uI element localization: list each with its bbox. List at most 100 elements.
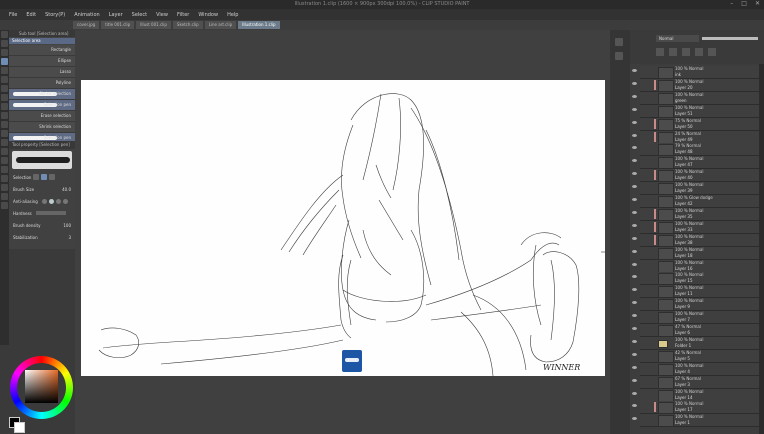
aa-strong-icon[interactable] xyxy=(62,198,68,204)
layer-row[interactable]: 100 % Normal Layer 47 xyxy=(632,156,764,170)
sub-color-swatch[interactable] xyxy=(14,422,25,433)
menu-file[interactable]: File xyxy=(9,12,17,18)
text-tool-icon[interactable] xyxy=(1,157,8,164)
menu-edit[interactable]: Edit xyxy=(26,12,36,18)
ruler-tool-icon[interactable] xyxy=(1,175,8,182)
minimize-icon[interactable]: – xyxy=(730,0,733,7)
layer-row[interactable]: 100 % Normal Layer 15 xyxy=(632,272,764,286)
brush-density-row[interactable]: Brush density 100 xyxy=(9,219,75,231)
layer-row[interactable]: 100 % Normal Layer 35 xyxy=(632,207,764,221)
brush-size-row[interactable]: Brush Size 40.0 xyxy=(9,183,75,195)
layer-row[interactable]: 24 % Normal Layer 49 xyxy=(632,130,764,144)
subtool-polyline[interactable]: Polyline xyxy=(9,78,75,89)
ruler-icon[interactable] xyxy=(708,48,716,56)
layer-row[interactable]: 100 % Normal Layer 14 xyxy=(632,388,764,402)
layer-row[interactable]: 100 % Normal Layer 18 xyxy=(632,246,764,260)
layer-row[interactable]: 42 % Normal Layer 5 xyxy=(632,349,764,363)
visibility-eye-icon[interactable] xyxy=(632,133,637,137)
subtool-group-tab[interactable]: Selection area xyxy=(9,38,75,44)
menu-window[interactable]: Window xyxy=(198,12,218,18)
visibility-eye-icon[interactable] xyxy=(632,69,637,72)
decoration-tool-icon[interactable] xyxy=(1,202,8,209)
subtool-erase-selection[interactable]: Erase selection xyxy=(9,111,75,122)
tab-line-art[interactable]: Line art.clip xyxy=(204,21,237,29)
mode-add-icon[interactable] xyxy=(33,174,40,180)
subtool-selection-pen[interactable]: Selection pen xyxy=(9,100,75,111)
layer-row[interactable]: 100 % Normal green xyxy=(632,91,764,105)
layer-row[interactable]: 100 % Normal Layer 4 xyxy=(632,362,764,376)
menu-filter[interactable]: Filter xyxy=(177,12,189,18)
layer-row[interactable]: 100 % Normal Layer 9 xyxy=(632,298,764,312)
visibility-eye-icon[interactable] xyxy=(632,107,637,111)
layer-row[interactable]: 100 % Normal Folder 1 xyxy=(632,336,764,350)
layer-row[interactable]: 100 % Normal Layer 39 xyxy=(632,182,764,196)
subtool-rectangle[interactable]: Rectangle xyxy=(9,45,75,56)
tab-illustration[interactable]: Illustration 1.clip xyxy=(238,21,280,29)
layer-row[interactable]: 100 % Normal Layer 33 xyxy=(632,220,764,234)
visibility-eye-icon[interactable] xyxy=(632,198,637,201)
subtool-shrink-selection[interactable]: Shrink selection xyxy=(9,89,75,100)
selection-tool-icon[interactable] xyxy=(1,58,8,65)
visibility-eye-icon[interactable] xyxy=(632,120,637,124)
visibility-eye-icon[interactable] xyxy=(632,262,637,266)
eraser-tool-icon[interactable] xyxy=(1,121,8,128)
layer-row[interactable]: 100 % Glow dodge Layer 42 xyxy=(632,195,764,208)
layer-row[interactable]: 75 % Normal Layer 50 xyxy=(632,117,764,131)
layer-row[interactable]: 67 % Normal Layer 3 xyxy=(632,375,764,389)
layer-row[interactable]: 100 % Normal Layer 20 xyxy=(632,78,764,92)
stabilization-value[interactable]: 3 xyxy=(68,235,71,240)
visibility-eye-icon[interactable] xyxy=(632,94,637,98)
layer-row[interactable]: 100 % Normal Layer 17 xyxy=(632,401,764,415)
visibility-eye-icon[interactable] xyxy=(632,81,637,85)
aa-none-icon[interactable] xyxy=(41,198,47,204)
layer-row[interactable]: 79 % Normal Layer 48 xyxy=(632,143,764,157)
mask-icon[interactable] xyxy=(695,48,703,56)
stabilization-row[interactable]: Stabilization 3 xyxy=(9,231,75,243)
pen-tool-icon[interactable] xyxy=(1,85,8,92)
layer-row[interactable]: 100 % Normal Layer 11 xyxy=(632,285,764,299)
balloon-tool-icon[interactable] xyxy=(1,166,8,173)
layer-row[interactable]: 47 % Normal Layer 6 xyxy=(632,324,764,337)
menu-select[interactable]: Select xyxy=(132,12,147,18)
subtool-shrink-selection-2[interactable]: Shrink selection xyxy=(9,122,75,133)
drawing-canvas[interactable]: WINNER xyxy=(81,80,605,376)
mode-new-icon[interactable] xyxy=(41,174,48,180)
layer-row[interactable]: 100 % Normal Layer 7 xyxy=(632,311,764,325)
menu-view[interactable]: View xyxy=(156,12,168,18)
visibility-eye-icon[interactable] xyxy=(632,339,637,343)
layer-settings-icon[interactable] xyxy=(615,38,623,46)
layer-row[interactable]: 100 % Normal Layer 40 xyxy=(632,169,764,183)
airbrush-tool-icon[interactable] xyxy=(1,112,8,119)
layer-row[interactable]: 100 % Normal Layer 51 xyxy=(632,104,764,118)
maximize-icon[interactable]: □ xyxy=(741,0,747,7)
subtool-ellipse[interactable]: Ellipse xyxy=(9,56,75,67)
visibility-eye-icon[interactable] xyxy=(632,378,637,382)
menu-layer[interactable]: Layer xyxy=(109,12,123,18)
brush-tool-icon[interactable] xyxy=(1,103,8,110)
menu-help[interactable]: Help xyxy=(227,12,238,18)
visibility-eye-icon[interactable] xyxy=(632,365,637,369)
lock-icon[interactable] xyxy=(682,48,690,56)
visibility-eye-icon[interactable] xyxy=(632,249,637,253)
gradient-tool-icon[interactable] xyxy=(1,139,8,146)
eyedropper-tool-icon[interactable] xyxy=(1,76,8,83)
figure-tool-icon[interactable] xyxy=(1,148,8,155)
visibility-eye-icon[interactable] xyxy=(632,391,637,395)
zoom-tool-icon[interactable] xyxy=(1,31,8,38)
auto-select-tool-icon[interactable] xyxy=(1,67,8,74)
reference-icon[interactable] xyxy=(669,48,677,56)
pencil-tool-icon[interactable] xyxy=(1,94,8,101)
mode-subtract-icon[interactable] xyxy=(49,174,56,180)
tab-title[interactable]: title 001.clip xyxy=(101,21,135,29)
layer-row[interactable]: 100 % Normal ink xyxy=(632,66,764,79)
brush-size-value[interactable]: 40.0 xyxy=(62,187,71,192)
visibility-eye-icon[interactable] xyxy=(632,327,637,330)
fill-tool-icon[interactable] xyxy=(1,130,8,137)
blend-tool-icon[interactable] xyxy=(1,193,8,200)
operation-tool-icon[interactable] xyxy=(1,49,8,56)
correct-line-tool-icon[interactable] xyxy=(1,184,8,191)
opacity-slider[interactable] xyxy=(702,37,758,40)
menu-animation[interactable]: Animation xyxy=(74,12,100,18)
layer-row[interactable]: 100 % Normal Layer 38 xyxy=(632,233,764,247)
tab-illust[interactable]: Illust 001.clip xyxy=(136,21,171,29)
